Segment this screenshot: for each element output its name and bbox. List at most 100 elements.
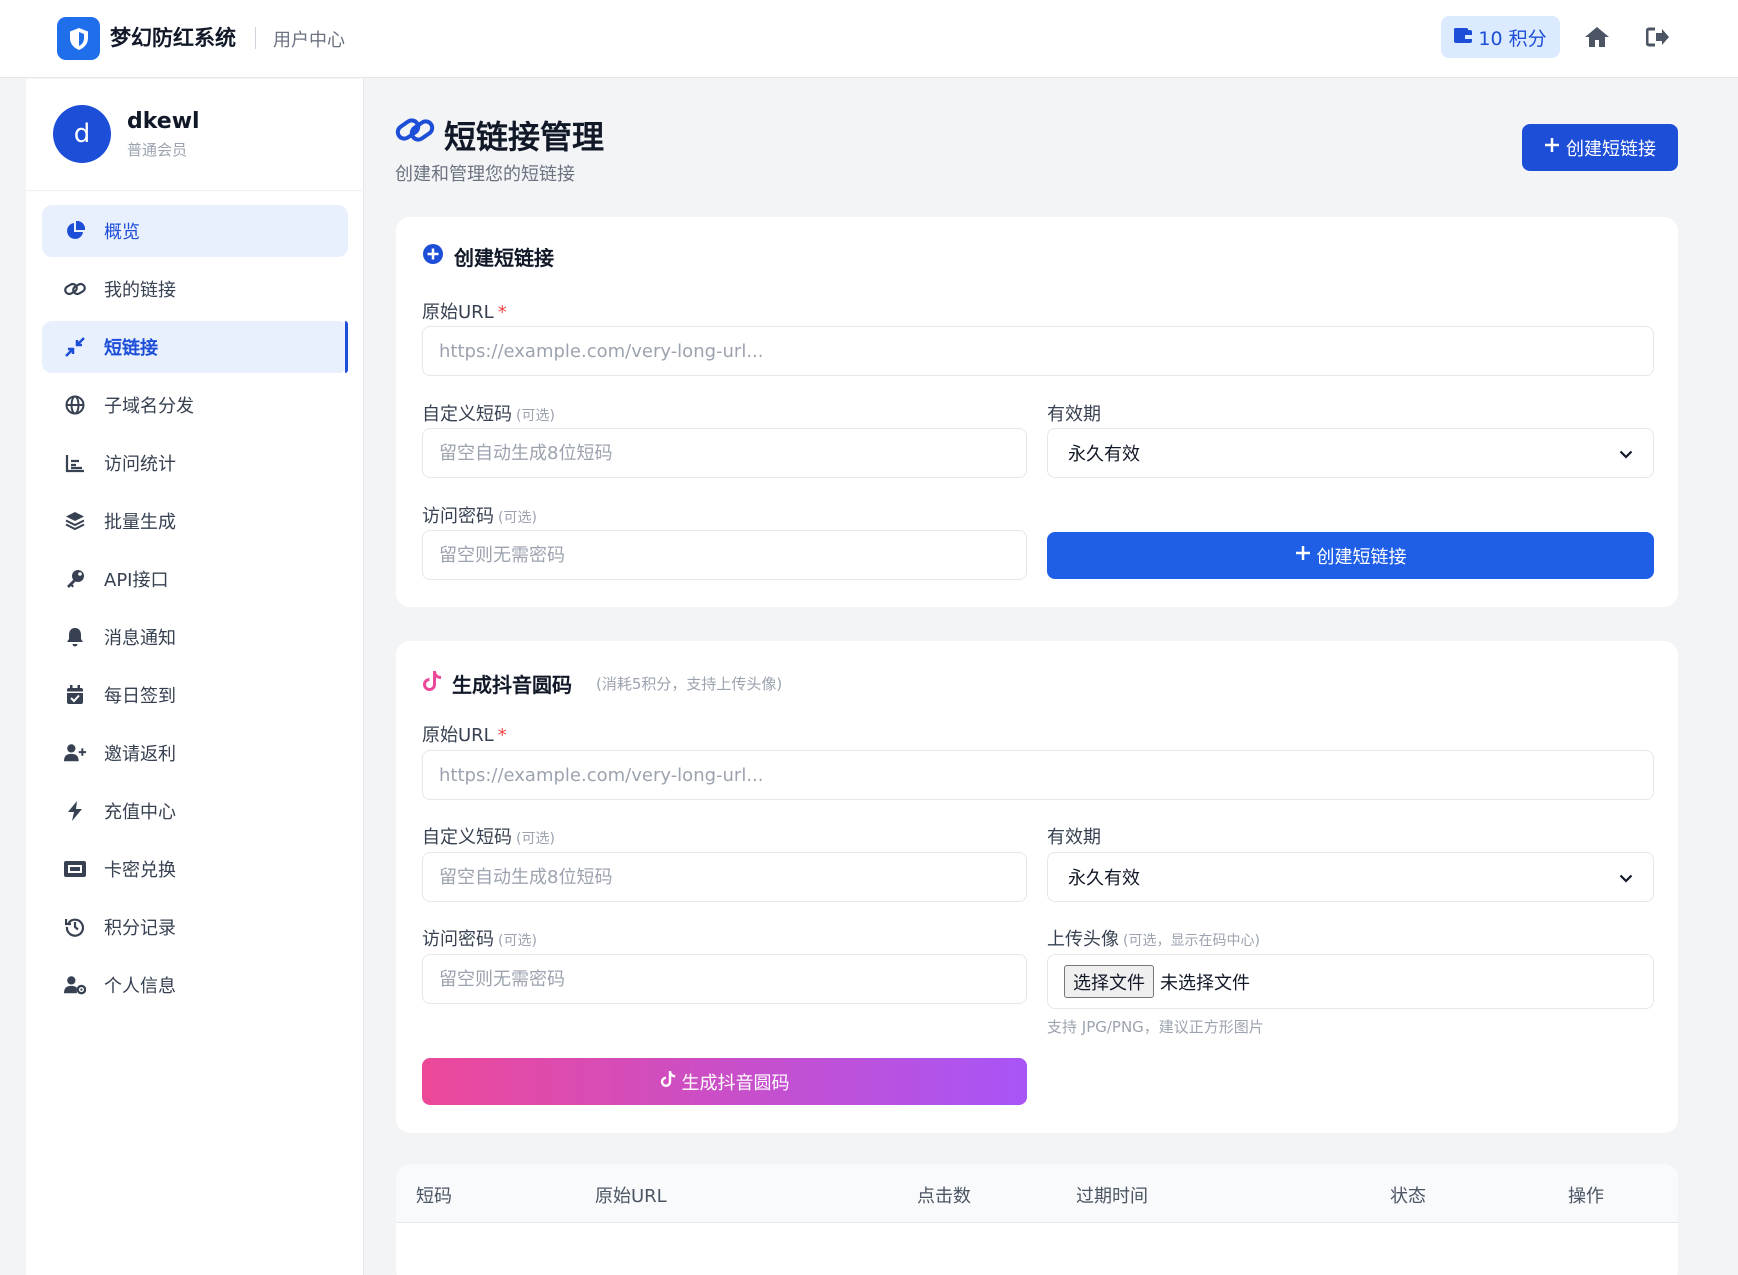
history-icon: [64, 916, 86, 938]
sidebar-item-points-history[interactable]: 积分记录: [42, 901, 348, 953]
user-plus-icon: [64, 742, 86, 764]
column-header-actions: 操作: [1568, 1186, 1604, 1207]
sidebar-item-label: 个人信息: [104, 976, 176, 997]
pie-chart-icon: [64, 220, 86, 242]
file-note: 支持 JPG/PNG，建议正方形图片: [1047, 1018, 1264, 1036]
card-title-text: 生成抖音圆码: [452, 673, 572, 697]
plus-icon: [1295, 545, 1311, 566]
custom-code-input[interactable]: [422, 428, 1027, 478]
choose-file-button[interactable]: 选择文件: [1064, 965, 1154, 998]
generate-douyin-code-button[interactable]: 生成抖音圆码: [422, 1058, 1027, 1105]
url-label: 原始URL *: [422, 725, 507, 746]
compress-icon: [64, 336, 86, 358]
column-header-code: 短码: [416, 1186, 452, 1207]
plus-circle-icon: [422, 243, 444, 270]
sidebar-item-label: 消息通知: [104, 628, 176, 649]
douyin-password-input[interactable]: [422, 954, 1027, 1004]
sidebar-item-subdomain[interactable]: 子域名分发: [42, 379, 348, 431]
link-icon: [395, 114, 435, 151]
sidebar-item-label: 每日签到: [104, 686, 176, 707]
douyin-custom-code-input[interactable]: [422, 852, 1027, 902]
ticket-icon: [64, 858, 86, 880]
douyin-url-input[interactable]: [422, 750, 1654, 800]
password-label: 访问密码 (可选): [422, 506, 537, 527]
sidebar-item-label: 充值中心: [104, 802, 176, 823]
create-short-link-card: 创建短链接 原始URL* 自定义短码(可选) 有效期 永久有效 访问密码(可选)…: [396, 217, 1678, 607]
sidebar-item-label: 短链接: [104, 338, 158, 359]
avatar-file-input: 选择文件 未选择文件: [1047, 954, 1654, 1009]
shield-logo-icon: [57, 17, 100, 60]
column-header-status: 状态: [1390, 1186, 1426, 1207]
bar-chart-icon: [64, 452, 86, 474]
sidebar-item-profile[interactable]: 个人信息: [42, 959, 348, 1011]
button-label: 生成抖音圆码: [681, 1072, 790, 1093]
tiktok-icon: [422, 670, 442, 697]
sidebar-item-checkin[interactable]: 每日签到: [42, 669, 348, 721]
sidebar-item-batch[interactable]: 批量生成: [42, 495, 348, 547]
points-text: 10 积分: [1478, 27, 1547, 50]
bell-icon: [64, 626, 86, 648]
sidebar-item-label: 我的链接: [104, 280, 176, 301]
create-submit-button[interactable]: 创建短链接: [1047, 532, 1654, 579]
home-icon[interactable]: [1582, 22, 1612, 52]
douyin-expire-select[interactable]: 永久有效: [1047, 852, 1654, 902]
column-header-clicks: 点击数: [917, 1186, 971, 1207]
sidebar-item-short-links[interactable]: 短链接: [42, 321, 348, 373]
card-title: 生成抖音圆码 (消耗5积分，支持上传头像): [422, 669, 782, 698]
expire-label: 有效期: [1047, 827, 1101, 848]
card-hint: (消耗5积分，支持上传头像): [596, 675, 783, 693]
card-title: 创建短链接: [422, 242, 554, 271]
expire-value: 永久有效: [1068, 868, 1140, 889]
key-icon: [64, 568, 86, 590]
wallet-icon: [1454, 26, 1473, 48]
sidebar-item-notifications[interactable]: 消息通知: [42, 611, 348, 663]
password-input[interactable]: [422, 530, 1027, 580]
app-name: 梦幻防红系统: [110, 26, 236, 50]
bolt-icon: [64, 800, 86, 822]
custom-code-label: 自定义短码 (可选): [422, 827, 555, 848]
globe-icon: [64, 394, 86, 416]
table-header: 短码 原始URL 点击数 过期时间 状态 操作: [396, 1164, 1678, 1223]
sidebar-divider: [26, 190, 364, 191]
url-input[interactable]: [422, 326, 1654, 376]
section-title: 用户中心: [273, 30, 345, 51]
sidebar-item-api[interactable]: API接口: [42, 553, 348, 605]
logout-icon[interactable]: [1643, 22, 1673, 52]
sidebar-item-stats[interactable]: 访问统计: [42, 437, 348, 489]
chevron-down-icon: [1619, 443, 1633, 464]
create-short-link-button[interactable]: 创建短链接: [1522, 124, 1678, 171]
expire-value: 永久有效: [1068, 444, 1140, 465]
tiktok-icon: [660, 1070, 676, 1093]
button-label: 创建短链接: [1566, 138, 1656, 159]
douyin-code-card: 生成抖音圆码 (消耗5积分，支持上传头像) 原始URL* 自定义短码(可选) 有…: [396, 641, 1678, 1133]
sidebar: d dkewl 普通会员 概览 我的链接 短链接 子域名分发 访问统计 批量生成: [26, 79, 364, 1275]
title-divider: [255, 27, 256, 49]
page-subtitle: 创建和管理您的短链接: [395, 164, 575, 185]
column-header-expire: 过期时间: [1076, 1186, 1148, 1207]
avatar[interactable]: d: [53, 105, 111, 163]
custom-code-label: 自定义短码 (可选): [422, 404, 555, 425]
expire-label: 有效期: [1047, 404, 1101, 425]
points-badge[interactable]: 10 积分: [1441, 16, 1560, 58]
plus-icon: [1544, 137, 1560, 158]
sidebar-item-label: 概览: [104, 222, 140, 243]
layers-icon: [64, 510, 86, 532]
sidebar-item-recharge[interactable]: 充值中心: [42, 785, 348, 837]
expire-select[interactable]: 永久有效: [1047, 428, 1654, 478]
page-title: 短链接管理: [444, 118, 605, 156]
sidebar-item-label: 子域名分发: [104, 396, 194, 417]
url-label: 原始URL *: [422, 302, 507, 323]
sidebar-item-label: 批量生成: [104, 512, 176, 533]
card-title-text: 创建短链接: [454, 246, 554, 270]
sidebar-item-invite[interactable]: 邀请返利: [42, 727, 348, 779]
button-label: 创建短链接: [1316, 546, 1407, 567]
avatar-upload-label: 上传头像 (可选，显示在码中心): [1047, 929, 1260, 950]
sidebar-item-overview[interactable]: 概览: [42, 205, 348, 257]
sidebar-item-my-links[interactable]: 我的链接: [42, 263, 348, 315]
top-bar: 梦幻防红系统 用户中心 10 积分: [0, 0, 1738, 78]
sidebar-item-card-redeem[interactable]: 卡密兑换: [42, 843, 348, 895]
file-status: 未选择文件: [1160, 972, 1250, 994]
user-gear-icon: [64, 974, 86, 996]
calendar-check-icon: [64, 684, 86, 706]
column-header-url: 原始URL: [595, 1186, 667, 1207]
